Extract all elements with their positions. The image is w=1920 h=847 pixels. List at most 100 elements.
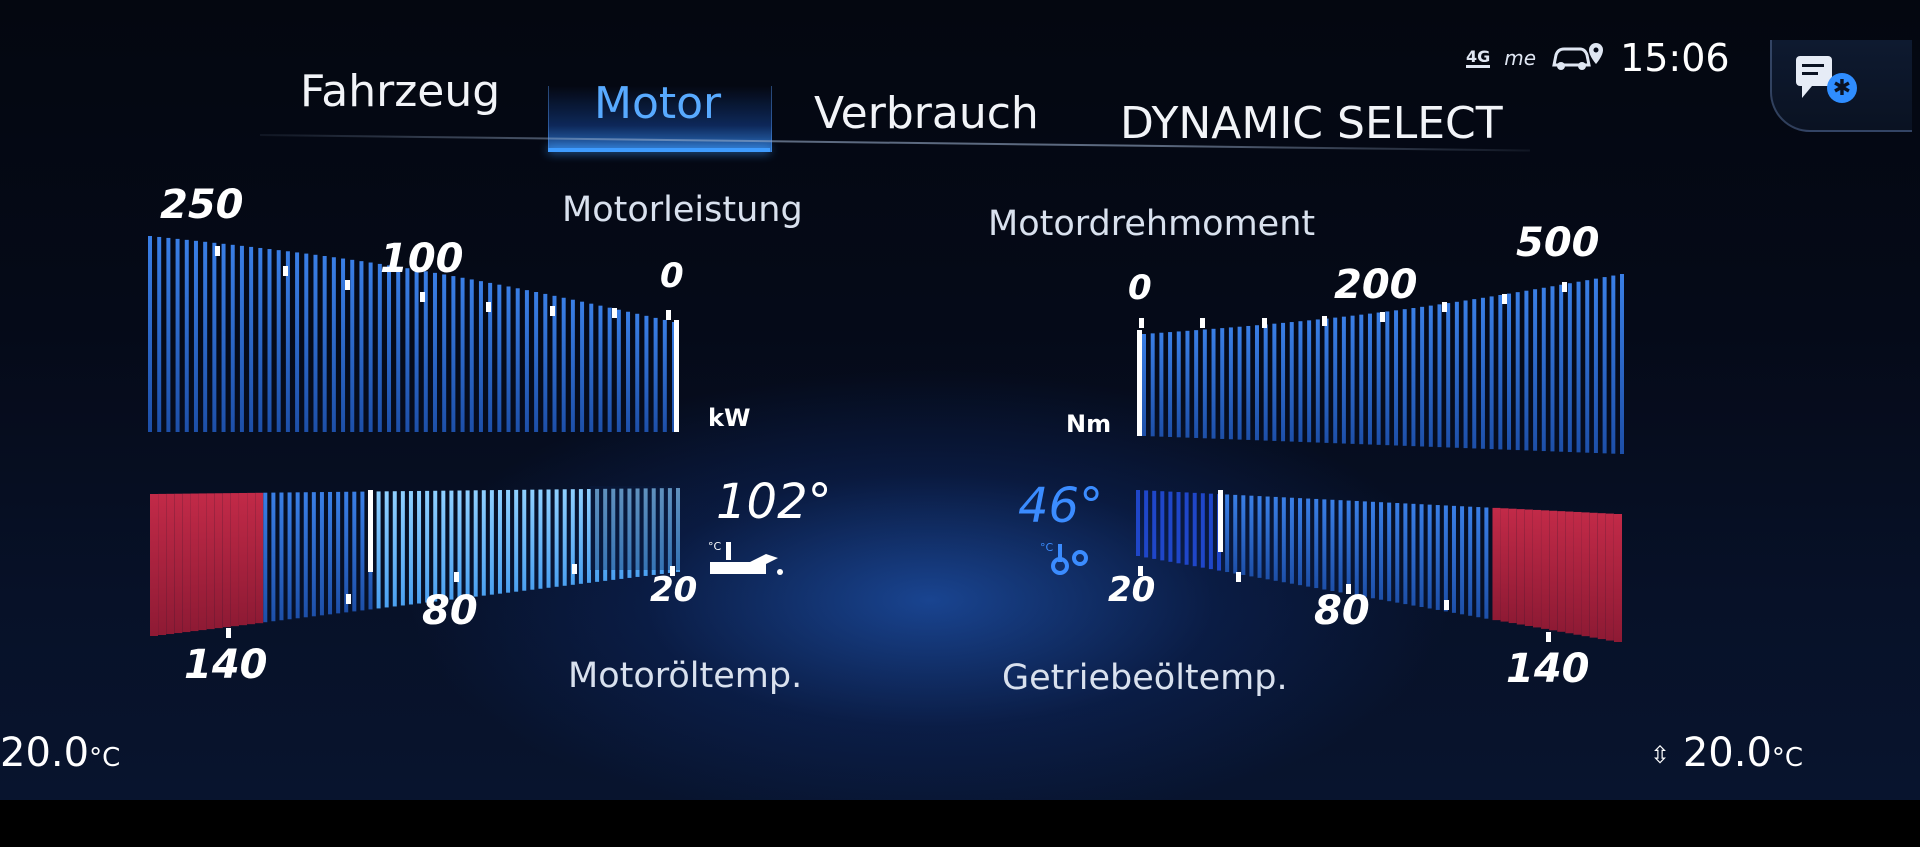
motorleistung-bar-segment [359,261,364,432]
climate-right-value: 20.0 [1682,730,1772,776]
motorleistung-bar-segment [543,293,548,432]
motorleistung-bar-segment [469,279,474,432]
getriebeoeltemp-bar-segment [1225,494,1230,573]
gauge-tick-dot [572,564,577,574]
motoroeltemp-bar-segment [271,492,276,622]
getriebeoeltemp-bar-segment [1532,509,1541,628]
motordrehmoment-bar-segment [1220,328,1225,439]
getriebeoeltemp-bar-segment [1184,492,1189,565]
getriebeoeltemp-bar-segment [1492,507,1501,621]
motordrehmoment-bar-segment [1298,321,1303,442]
motoroeltemp-bar-segment [481,490,486,596]
motordrehmoment-bar-segment [1498,295,1503,450]
getriebeoeltemp-bar-segment [1273,496,1278,581]
motoroeltemp-bar-segment [360,491,365,611]
motorleistung-bar-segment [635,313,640,432]
motoroeltemp-bar-segment [174,493,183,634]
motoroeltemp-bar-segment [287,492,292,620]
motoroeltemp-bar-segment [400,491,405,606]
motoroeltemp-bar-segment [230,493,239,627]
motordrehmoment-bar-segment [1541,287,1546,452]
gauge-tick-dot [1546,632,1551,642]
motordrehmoment-bar-segment [1289,322,1294,442]
motorleistung-needle [674,320,679,432]
gauge-tick-dot [550,306,555,316]
motordrehmoment-bar-segment [1359,314,1364,445]
gauge-graphics [148,236,1624,642]
motorleistung-bar-segment [589,303,594,432]
climate-right-temp[interactable]: ⇳ 20.0°C [1650,730,1803,776]
getriebeoeltemp-bar-segment [1257,496,1262,578]
gauge-tick-dot [283,266,288,276]
motorleistung-bar-segment [570,299,575,432]
motoroeltemp-gauge-shade [590,486,680,570]
getriebeoeltemp-bar-segment [1419,504,1424,608]
getriebeoeltemp-bar-segment [1541,510,1550,629]
getriebeoeltemp-bar-segment [1451,505,1456,613]
motoroeltemp-bar-segment [352,491,357,612]
motordrehmoment-bar-segment [1176,331,1181,438]
getriebeoeltemp-scale-80: 80 [1314,588,1370,634]
getriebeoeltemp-bar-segment [1549,510,1558,631]
motorleistung-scale-0: 0 [660,256,684,296]
getriebeoeltemp-bar-segment [1460,506,1465,615]
motordrehmoment-bar-segment [1437,304,1442,448]
gauge-tick-dot [1262,318,1267,328]
getriebeoeltemp-bar-segment [1338,500,1343,593]
getriebeoeltemp-bar-segment [1557,511,1566,632]
motordrehmoment-bar-segment [1341,316,1346,444]
motoroeltemp-bar-segment [562,489,567,586]
motordrehmoment-bar-segment [1463,300,1468,449]
motorleistung-bar-segment [460,277,465,432]
motorleistung-bar-segment [377,263,382,432]
climate-left-value: 20.0 [0,730,90,776]
getriebeoeltemp-bar-segment [1152,490,1157,559]
gauge-tick-dot [1380,312,1385,322]
motorleistung-bar-segment [184,239,189,432]
motoroeltemp-bar-segment [279,492,284,621]
motorleistung-bar-segment [451,276,456,432]
getriebeoeltemp-bar-segment [1476,507,1481,618]
climate-left-unit: °C [89,743,121,773]
motoroeltemp-bar-segment [190,493,199,632]
motorleistung-bar-segment [515,288,520,432]
motordrehmoment-bar-segment [1168,332,1173,437]
climate-left-temp[interactable]: 20.0°C [0,730,120,776]
motorleistung-bar-segment [221,243,226,432]
motorleistung-bar-segment [405,268,410,432]
motoroeltemp-bar-segment [554,489,559,587]
getriebeoeltemp-bar-segment [1144,490,1149,558]
getriebeoeltemp-bar-segment [1233,494,1238,574]
motorleistung-bar-segment [387,265,392,432]
motoroeltemp-value: 102° [716,474,832,530]
motordrehmoment-bar-segment [1428,305,1433,447]
motorleistung-bar-segment [304,253,309,432]
motorleistung-bar-segment [258,247,263,432]
motorleistung-bar-segment [478,281,483,432]
motoroeltemp-bar-segment [457,490,462,599]
getriebeoeltemp-bar-segment [1314,498,1319,589]
getriebeoeltemp-bar-segment [1379,502,1384,600]
motorleistung-bar-segment [653,317,658,432]
motordrehmoment-bar-segment [1480,297,1485,449]
motoroeltemp-bar-segment [530,489,535,590]
motoroeltemp-bar-segment [546,489,551,588]
motordrehmoment-bar-segment [1246,325,1251,440]
getriebeoeltemp-bar-segment [1160,491,1165,561]
getriebeoeltemp-value: 46° [1018,478,1104,534]
motordrehmoment-bar-segment [1385,311,1390,446]
getriebeoeltemp-bar-segment [1168,491,1173,562]
up-down-arrow-icon: ⇳ [1650,741,1671,769]
motoroeltemp-bar-segment [514,489,519,592]
motoroeltemp-bar-segment [158,493,167,636]
motoroeltemp-bar-segment [376,491,381,609]
motoroeltemp-bar-segment [425,490,430,603]
motorleistung-bar-segment [175,238,180,432]
motordrehmoment-bar-segment [1159,332,1164,437]
getriebeoeltemp-bar-segment [1411,503,1416,606]
motoroeltemp-bar-segment [408,491,413,605]
gauge-tick-dot [1139,318,1144,328]
motorleistung-bar-segment [506,286,511,432]
motordrehmoment-bar-segment [1446,303,1451,448]
getriebeoeltemp-bar-segment [1484,507,1489,619]
